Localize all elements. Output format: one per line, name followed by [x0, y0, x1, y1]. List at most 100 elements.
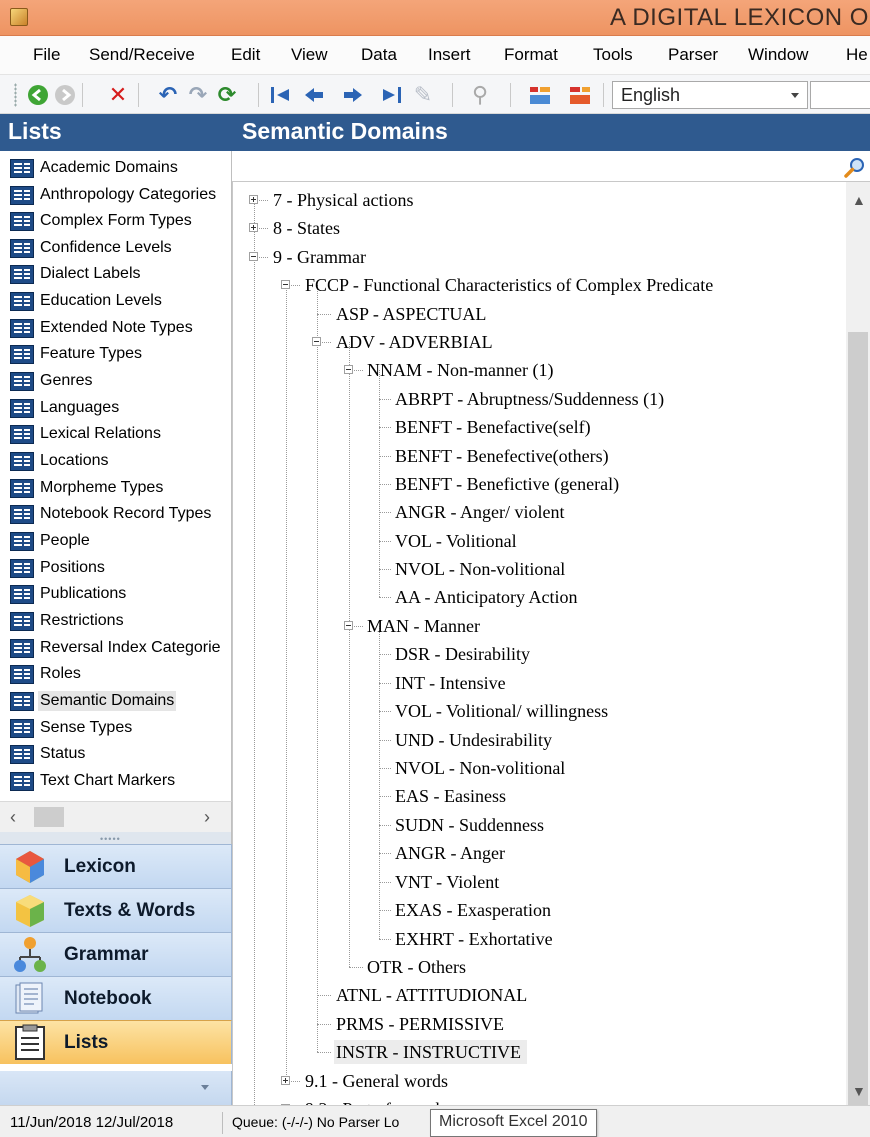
tree-node-eas[interactable]: EAS - Easiness: [393, 784, 508, 808]
tree-node-benft-others[interactable]: BENFT - Benefective(others): [393, 444, 611, 468]
list-item-sense-types[interactable]: Sense Types: [10, 715, 134, 741]
tree-node-otr[interactable]: OTR - Others: [365, 955, 468, 979]
semantic-domain-tree[interactable]: 7 - Physical actions 8 - States 9 - Gram…: [232, 181, 846, 1105]
tree-node-benft-self[interactable]: BENFT - Benefactive(self): [393, 415, 593, 439]
tree-node-exhrt[interactable]: EXHRT - Exhortative: [393, 927, 555, 951]
language-select[interactable]: English: [612, 81, 808, 109]
chevron-down-icon[interactable]: [201, 1085, 209, 1090]
tree-node-asp[interactable]: ASP - ASPECTUAL: [334, 302, 488, 326]
nav-lexicon-button[interactable]: Lexicon: [0, 844, 232, 888]
filter-icon[interactable]: ⚲: [468, 83, 492, 107]
tree-node-exas[interactable]: EXAS - Exasperation: [393, 898, 553, 922]
tree-node-angr-violent[interactable]: ANGR - Anger/ violent: [393, 500, 566, 524]
scroll-down-icon[interactable]: ▼: [852, 1083, 866, 1099]
list-item-complex-form-types[interactable]: Complex Form Types: [10, 208, 194, 234]
delete-icon[interactable]: ✕: [106, 83, 130, 107]
nav-notebook-button[interactable]: Notebook: [0, 976, 232, 1020]
list-item-academic-domains[interactable]: Academic Domains: [10, 155, 180, 181]
list-item-languages[interactable]: Languages: [10, 395, 121, 421]
refresh-icon[interactable]: ⟳: [215, 83, 239, 107]
list-item-positions[interactable]: Positions: [10, 555, 107, 581]
edit-pencil-icon[interactable]: ✎: [411, 83, 435, 107]
tree-node-grammar[interactable]: 9 - Grammar: [271, 245, 368, 269]
tree-node-states[interactable]: 8 - States: [271, 216, 342, 240]
back-icon[interactable]: [26, 83, 50, 107]
list-item-people[interactable]: People: [10, 528, 92, 554]
list-item-publications[interactable]: Publications: [10, 581, 128, 607]
nav-lists-button[interactable]: Lists: [0, 1020, 232, 1064]
list-item-morpheme-types[interactable]: Morpheme Types: [10, 475, 165, 501]
previous-record-icon[interactable]: [302, 83, 326, 107]
collapse-icon[interactable]: [344, 621, 353, 630]
list-item-status[interactable]: Status: [10, 741, 87, 767]
list-item-dialect-labels[interactable]: Dialect Labels: [10, 261, 143, 287]
collapse-icon[interactable]: [312, 337, 321, 346]
scroll-up-icon[interactable]: ▲: [852, 192, 866, 208]
list-item-text-chart-markers[interactable]: Text Chart Markers: [10, 768, 177, 794]
list-item-semantic-domains[interactable]: Semantic Domains: [10, 688, 177, 714]
secondary-select[interactable]: [810, 81, 870, 109]
list-item-genres[interactable]: Genres: [10, 368, 94, 394]
tree-node-prms[interactable]: PRMS - PERMISSIVE: [334, 1012, 506, 1036]
tree-node-nnam[interactable]: NNAM - Non-manner (1): [365, 358, 555, 382]
list-item-locations[interactable]: Locations: [10, 448, 111, 474]
menu-view[interactable]: View: [291, 45, 328, 65]
tree-node-instr[interactable]: INSTR - INSTRUCTIVE: [334, 1040, 527, 1064]
tree-node-vnt[interactable]: VNT - Violent: [393, 870, 501, 894]
scroll-right-icon[interactable]: ›: [204, 807, 210, 828]
tree-node-part-of-speech[interactable]: 9.2 - Part of speech: [303, 1097, 446, 1105]
expand-icon[interactable]: [281, 1076, 290, 1085]
menu-format[interactable]: Format: [504, 45, 558, 65]
tree-node-benft-general[interactable]: BENFT - Benefictive (general): [393, 472, 621, 496]
menu-help[interactable]: He: [846, 45, 868, 65]
undo-icon[interactable]: ↶: [156, 83, 180, 107]
lists-horizontal-scrollbar[interactable]: ‹ ›: [0, 801, 232, 832]
menu-edit[interactable]: Edit: [231, 45, 260, 65]
list-item-restrictions[interactable]: Restrictions: [10, 608, 126, 634]
tree-node-nvol-manner[interactable]: NVOL - Non-volitional: [393, 756, 567, 780]
expand-icon[interactable]: [249, 195, 258, 204]
nav-grammar-button[interactable]: Grammar: [0, 932, 232, 976]
tree-node-man[interactable]: MAN - Manner: [365, 614, 482, 638]
panel-splitter[interactable]: •••••: [0, 832, 232, 844]
app-icon[interactable]: [10, 8, 28, 26]
tree-node-aa[interactable]: AA - Anticipatory Action: [393, 585, 579, 609]
tree-node-nvol[interactable]: NVOL - Non-volitional: [393, 557, 567, 581]
menu-file[interactable]: File: [33, 45, 60, 65]
insert-sense-icon[interactable]: [568, 83, 592, 107]
forward-icon[interactable]: [53, 83, 77, 107]
scroll-thumb[interactable]: [848, 332, 868, 1137]
toolbar-grip[interactable]: [14, 83, 17, 107]
tree-vertical-scrollbar[interactable]: ▲ ▼: [846, 181, 870, 1137]
nav-overflow[interactable]: [0, 1071, 232, 1105]
list-item-education-levels[interactable]: Education Levels: [10, 288, 164, 314]
first-record-icon[interactable]: [268, 83, 292, 107]
list-item-reversal-index-categories[interactable]: Reversal Index Categorie: [10, 635, 223, 661]
insert-entry-icon[interactable]: [528, 83, 552, 107]
nav-texts-words-button[interactable]: Texts & Words: [0, 888, 232, 932]
tree-node-fccp[interactable]: FCCP - Functional Characteristics of Com…: [303, 273, 715, 297]
collapse-icon[interactable]: [249, 252, 258, 261]
tree-node-dsr[interactable]: DSR - Desirability: [393, 642, 532, 666]
tree-node-angr[interactable]: ANGR - Anger: [393, 841, 507, 865]
list-item-confidence-levels[interactable]: Confidence Levels: [10, 235, 174, 261]
search-icon[interactable]: [844, 156, 866, 178]
menu-data[interactable]: Data: [361, 45, 397, 65]
menu-parser[interactable]: Parser: [668, 45, 718, 65]
tree-node-vol[interactable]: VOL - Volitional: [393, 529, 519, 553]
menu-insert[interactable]: Insert: [428, 45, 471, 65]
list-item-anthropology-categories[interactable]: Anthropology Categories: [10, 182, 218, 208]
expand-icon[interactable]: [249, 223, 258, 232]
last-record-icon[interactable]: [380, 83, 404, 107]
scroll-thumb[interactable]: [34, 807, 64, 827]
tree-node-abrpt[interactable]: ABRPT - Abruptness/Suddenness (1): [393, 387, 666, 411]
list-item-feature-types[interactable]: Feature Types: [10, 341, 144, 367]
list-item-roles[interactable]: Roles: [10, 661, 83, 687]
list-item-extended-note-types[interactable]: Extended Note Types: [10, 315, 195, 341]
next-record-icon[interactable]: [341, 83, 365, 107]
tree-node-physical-actions[interactable]: 7 - Physical actions: [271, 188, 415, 212]
list-item-notebook-record-types[interactable]: Notebook Record Types: [10, 501, 213, 527]
collapse-icon[interactable]: [344, 365, 353, 374]
tree-node-und[interactable]: UND - Undesirability: [393, 728, 554, 752]
menu-window[interactable]: Window: [748, 45, 808, 65]
